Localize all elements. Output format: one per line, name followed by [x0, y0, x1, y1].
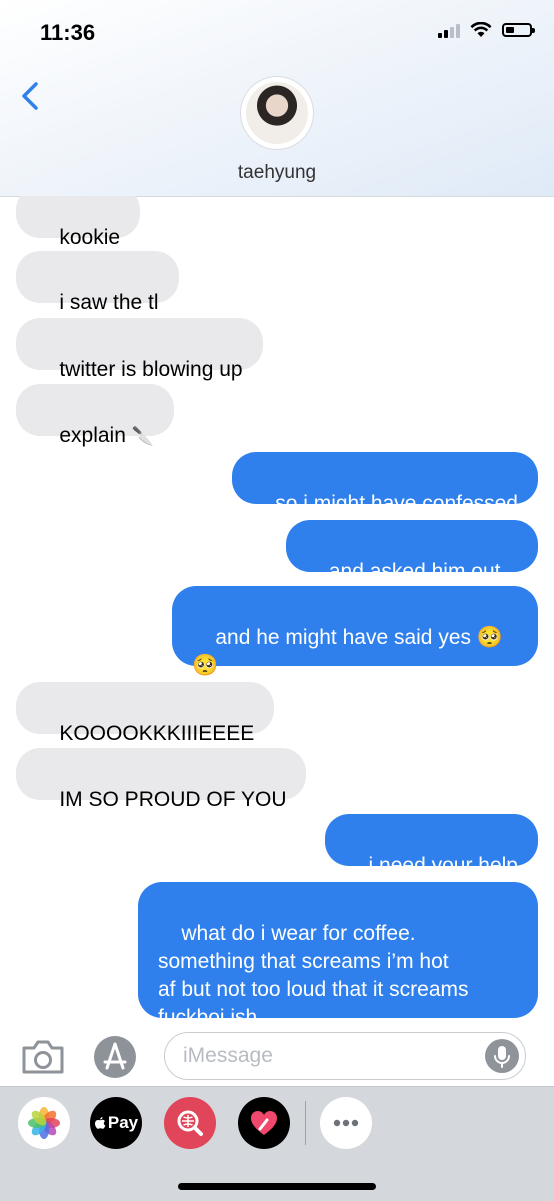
more-apps-button[interactable]	[320, 1097, 372, 1149]
message-bubble-incoming[interactable]: i saw the tl	[16, 251, 179, 314]
photos-icon	[28, 1107, 60, 1139]
contact-name[interactable]: taehyung	[0, 162, 554, 184]
status-time: 11:36	[40, 20, 96, 45]
message-bubble-incoming[interactable]: KOOOOKKKIIIEEEE	[16, 682, 275, 745]
message-text: KOOOOKKKIIIEEEE	[59, 722, 255, 745]
back-button[interactable]	[14, 76, 48, 116]
message-bubble-incoming[interactable]: explain 🔪	[16, 384, 175, 447]
message-bubble-outgoing[interactable]: what do i wear for coffee. something tha…	[138, 882, 538, 1026]
more-icon	[333, 1119, 359, 1127]
message-text: what do i wear for coffee. something tha…	[158, 922, 469, 1026]
message-text: IM SO PROUD OF YOU	[59, 788, 287, 811]
chevron-left-icon	[22, 82, 38, 110]
imessage-input[interactable]: iMessage	[164, 1032, 526, 1080]
message-bubble-incoming[interactable]: kookie	[16, 196, 141, 249]
message-text: i saw the tl	[59, 291, 159, 314]
app-drawer: Pay	[0, 1086, 554, 1201]
image-search-button[interactable]	[164, 1097, 216, 1149]
photos-app-button[interactable]	[18, 1097, 70, 1149]
message-bubble-incoming[interactable]: twitter is blowing up	[16, 318, 263, 381]
microphone-icon	[494, 1046, 510, 1068]
home-indicator[interactable]	[178, 1183, 376, 1190]
apple-pay-icon	[94, 1117, 106, 1129]
message-text: twitter is blowing up	[59, 358, 243, 381]
conversation-header: 11:36 taehyung	[0, 0, 554, 197]
message-bubble-outgoing[interactable]: and he might have said yes 🥺 🥺	[172, 586, 538, 677]
app-store-button[interactable]	[92, 1034, 138, 1080]
imessage-placeholder: iMessage	[183, 1044, 273, 1067]
app-store-icon	[94, 1036, 136, 1078]
status-icons	[438, 22, 535, 38]
message-text: so i might have confessed	[275, 492, 518, 515]
camera-icon	[22, 1040, 64, 1074]
message-bubble-outgoing[interactable]: and asked him out...	[285, 520, 538, 583]
digital-touch-button[interactable]	[238, 1097, 290, 1149]
message-text: explain	[59, 424, 126, 447]
microphone-button[interactable]	[485, 1039, 519, 1073]
image-search-icon	[177, 1110, 203, 1136]
message-text: and asked him out...	[328, 560, 518, 583]
camera-button[interactable]	[20, 1036, 66, 1076]
message-list[interactable]: kookie i saw the tl twitter is blowing u…	[0, 196, 554, 1026]
knife-emoji: 🔪	[131, 426, 155, 446]
battery-icon	[502, 23, 535, 37]
message-bubble-outgoing[interactable]: so i might have confessed	[231, 452, 538, 515]
message-bubble-incoming[interactable]: IM SO PROUD OF YOU	[16, 748, 307, 811]
drawer-divider	[305, 1101, 306, 1145]
avatar-photo	[246, 82, 308, 144]
message-text: i need your help	[368, 854, 518, 877]
apple-pay-label: Pay	[107, 1113, 139, 1132]
message-input-bar: iMessage	[0, 1026, 554, 1086]
signal-icon	[438, 22, 460, 38]
message-bubble-outgoing[interactable]: i need your help	[325, 814, 538, 877]
contact-avatar[interactable]	[241, 77, 313, 149]
message-text: kookie	[59, 226, 121, 249]
heart-sticker-icon	[251, 1111, 277, 1135]
wifi-icon	[470, 22, 492, 37]
apple-pay-button[interactable]: Pay	[90, 1097, 142, 1149]
message-text: and he might have said yes 🥺 🥺	[192, 626, 503, 677]
